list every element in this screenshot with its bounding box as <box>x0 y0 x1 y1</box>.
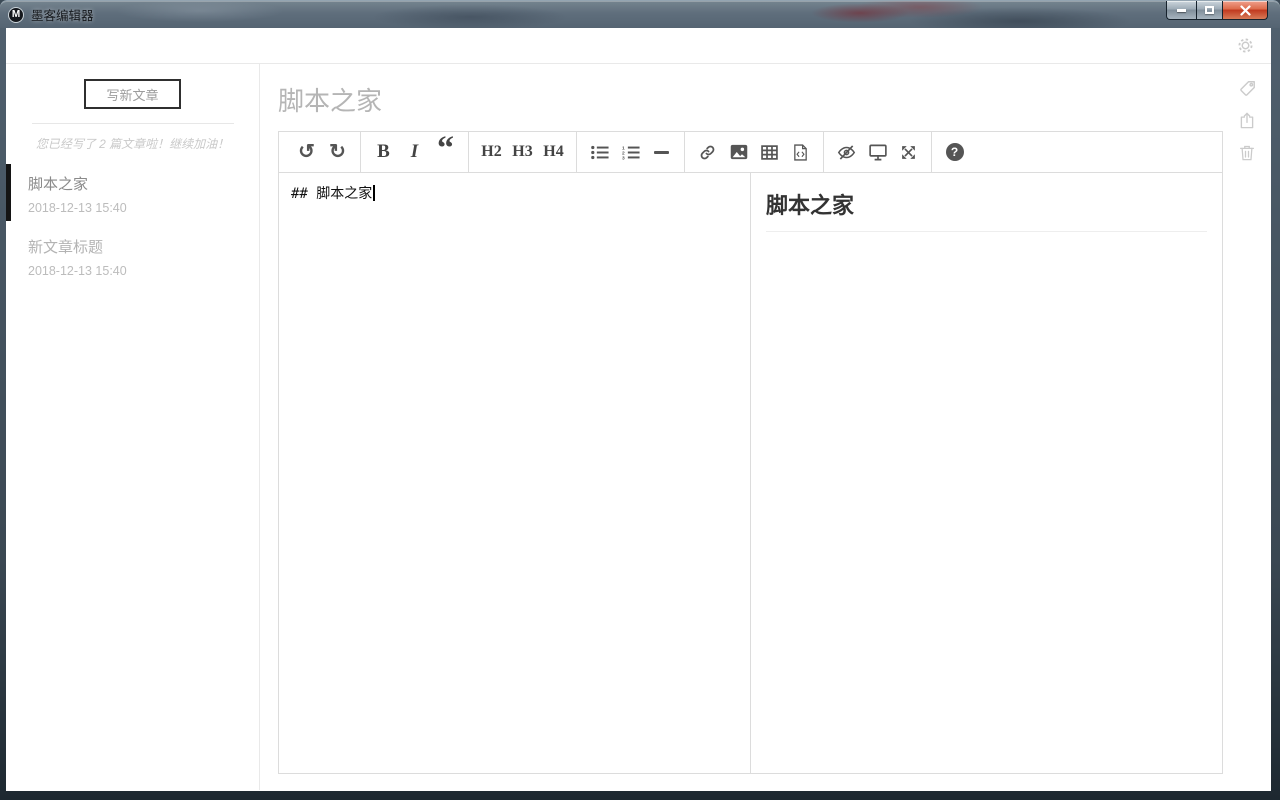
titlebar[interactable]: M 墨客编辑器 <box>0 0 1280 28</box>
toolbar-separator <box>931 132 932 172</box>
code-file-button[interactable] <box>785 132 816 172</box>
app-logo-icon: M <box>8 6 24 23</box>
bold-button[interactable]: B <box>368 132 399 172</box>
image-icon <box>730 144 747 160</box>
ordered-list-button[interactable]: 1 2 3 <box>615 132 646 172</box>
toolbar-separator <box>823 132 824 172</box>
document-title-input[interactable]: 脚本之家 <box>278 81 878 118</box>
heading2-icon: H2 <box>481 143 502 160</box>
app-window: M 墨客编辑器 写新文章 您已经写了 2 篇文章啦！继续加油！ 脚本之家 201… <box>0 0 1280 800</box>
editor-box: ↺ ↻ B I “ H2 H3 H4 1 2 3 ? ## 脚本之家 脚本之家 <box>278 131 1223 774</box>
blockquote-icon: “ <box>437 130 454 167</box>
svg-text:1: 1 <box>622 145 625 151</box>
toolbar-separator <box>684 132 685 172</box>
text-caret <box>373 185 375 201</box>
new-article-button[interactable]: 写新文章 <box>84 79 181 109</box>
article-date: 2018-12-13 15:40 <box>28 201 127 215</box>
trash-icon <box>1239 145 1255 161</box>
sidebar: 写新文章 您已经写了 2 篇文章啦！继续加油！ 脚本之家 2018-12-13 … <box>6 64 260 790</box>
monitor-icon <box>868 144 887 160</box>
share-export-icon <box>1240 112 1254 129</box>
bold-icon: B <box>377 141 390 162</box>
heading4-button[interactable]: H4 <box>538 132 569 172</box>
editor-text: ## 脚本之家 <box>291 186 373 202</box>
close-icon <box>1239 4 1251 16</box>
maximize-button[interactable] <box>1196 1 1223 20</box>
code-file-icon <box>794 143 807 161</box>
delete-button[interactable] <box>1238 143 1256 162</box>
article-count-hint: 您已经写了 2 篇文章啦！继续加油！ <box>35 137 230 151</box>
horizontal-rule-button[interactable] <box>646 132 677 172</box>
heading3-button[interactable]: H3 <box>507 132 538 172</box>
link-button[interactable] <box>692 132 723 172</box>
svg-text:2: 2 <box>622 150 625 156</box>
fullscreen-expand-icon <box>902 145 915 159</box>
article-title: 脚本之家 <box>28 176 89 193</box>
unordered-list-button[interactable] <box>584 132 615 172</box>
share-button[interactable] <box>1238 111 1256 130</box>
minimize-icon <box>1177 8 1186 12</box>
maximize-icon <box>1205 6 1214 14</box>
italic-icon: I <box>410 141 419 162</box>
unordered-list-icon <box>590 145 609 159</box>
markdown-editor-textarea[interactable]: ## 脚本之家 <box>279 173 751 773</box>
undo-button[interactable]: ↺ <box>291 132 322 172</box>
table-button[interactable] <box>754 132 785 172</box>
hide-preview-button[interactable] <box>831 132 862 172</box>
tag-icon <box>1239 81 1255 96</box>
close-button[interactable] <box>1223 1 1268 20</box>
preview-window-button[interactable] <box>862 132 893 172</box>
markdown-toolbar: ↺ ↻ B I “ H2 H3 H4 1 2 3 ? <box>279 132 1222 173</box>
article-list-item-active[interactable]: 脚本之家 2018-12-13 15:40 <box>6 164 259 221</box>
tag-button[interactable] <box>1238 79 1257 98</box>
window-content: 写新文章 您已经写了 2 篇文章啦！继续加油！ 脚本之家 2018-12-13 … <box>6 28 1271 791</box>
help-button[interactable]: ? <box>939 132 970 172</box>
ordered-list-icon: 1 2 3 <box>622 145 640 160</box>
redo-icon: ↻ <box>329 141 346 163</box>
redo-button[interactable]: ↻ <box>322 132 353 172</box>
window-controls <box>1166 1 1268 20</box>
main-area: 脚本之家 ↺ ↻ B I “ H2 H3 H4 1 2 3 ? ## 脚本之家 … <box>260 64 1223 790</box>
article-list-item[interactable]: 新文章标题 2018-12-13 15:40 <box>6 236 259 278</box>
toolbar-separator <box>576 132 577 172</box>
italic-button[interactable]: I <box>399 132 430 172</box>
article-title: 新文章标题 <box>28 239 104 256</box>
heading3-icon: H3 <box>512 143 533 160</box>
blockquote-button[interactable]: “ <box>430 132 461 172</box>
article-date: 2018-12-13 15:40 <box>28 264 127 278</box>
horizontal-rule-icon <box>654 150 669 154</box>
right-action-rail <box>1223 64 1271 790</box>
sidebar-divider <box>32 123 234 124</box>
heading2-button[interactable]: H2 <box>476 132 507 172</box>
preview-heading: 脚本之家 <box>766 188 1207 232</box>
link-icon <box>700 145 715 159</box>
topbar <box>6 28 1271 64</box>
heading4-icon: H4 <box>543 143 564 160</box>
undo-icon: ↺ <box>298 141 315 163</box>
minimize-button[interactable] <box>1166 1 1196 20</box>
window-title: 墨客编辑器 <box>31 9 94 23</box>
eye-off-icon <box>837 144 856 160</box>
settings-gear-icon[interactable] <box>1237 37 1254 54</box>
markdown-preview-pane: 脚本之家 <box>751 173 1222 773</box>
help-icon: ? <box>945 143 964 161</box>
toolbar-separator <box>360 132 361 172</box>
svg-text:3: 3 <box>622 155 625 160</box>
table-icon <box>761 144 778 160</box>
image-button[interactable] <box>723 132 754 172</box>
fullscreen-button[interactable] <box>893 132 924 172</box>
toolbar-separator <box>468 132 469 172</box>
